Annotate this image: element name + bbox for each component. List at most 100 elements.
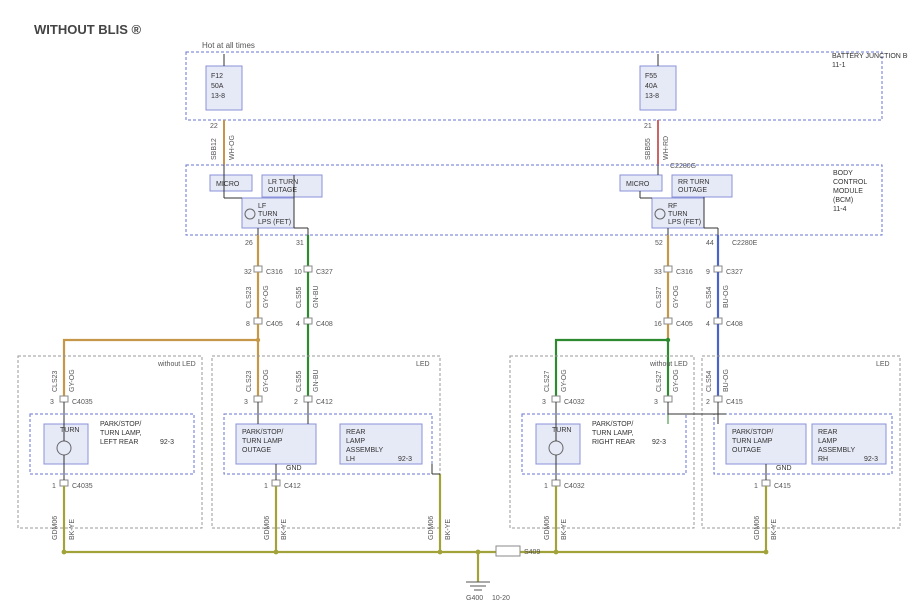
c415b: C415 (774, 483, 791, 490)
svg-text:LAMP: LAMP (346, 438, 365, 445)
c408b: C408 (726, 321, 743, 328)
rr-noled-ref: 92-3 (652, 439, 666, 446)
svg-text:LPS (FET): LPS (FET) (668, 219, 701, 226)
cls55: CLS55 (296, 286, 303, 308)
svg-text:PARK/STOP/: PARK/STOP/ (100, 421, 141, 428)
micro-r: MICRO (626, 181, 650, 188)
fuse-left-id: F12 (211, 73, 223, 80)
c4032t: C4032 (564, 399, 585, 406)
svg-text:OUTAGE: OUTAGE (678, 187, 707, 194)
pin26: 26 (245, 240, 253, 247)
svg-text:RIGHT REAR: RIGHT REAR (592, 439, 635, 446)
g400-ref: 10-20 (492, 595, 510, 602)
c4035t: C4035 (72, 399, 93, 406)
svg-text:GDM06: GDM06 (754, 516, 761, 540)
pin52: 52 (655, 240, 663, 247)
svg-text:BK-YE: BK-YE (771, 519, 778, 540)
c412t: C412 (316, 399, 333, 406)
w-col-4: GY-OG (561, 369, 568, 392)
c327a: C327 (316, 269, 333, 276)
c4035b: C4035 (72, 483, 93, 490)
svg-text:LH: LH (346, 456, 355, 463)
svg-text:OUTAGE: OUTAGE (242, 447, 271, 454)
svg-text:(BCM): (BCM) (833, 197, 853, 204)
cls23: CLS23 (246, 286, 253, 308)
w-col-3: GN-BU (313, 369, 320, 392)
svg-text:TURN LAMP: TURN LAMP (242, 438, 283, 445)
svg-text:ASSEMBLY: ASSEMBLY (346, 447, 384, 454)
svg-text:RF: RF (668, 203, 677, 210)
w-id-1: CLS23 (52, 370, 59, 392)
c316b: C316 (676, 269, 693, 276)
c4032-1: 1 (544, 483, 548, 490)
bjb-title1: BATTERY JUNCTION BOX (BJB) (832, 53, 908, 60)
p-c4035-3: 3 (50, 399, 54, 406)
w-id-5: CLS27 (656, 370, 663, 392)
svg-text:LEFT REAR: LEFT REAR (100, 439, 138, 446)
sbb12-col: WH-OG (229, 135, 236, 160)
svg-text:REAR: REAR (818, 429, 837, 436)
svg-text:TURN: TURN (668, 211, 687, 218)
lr-noled-tag: without LED (157, 361, 196, 368)
split-c-pin: 16 (654, 321, 662, 328)
lr-led-tag: LED (416, 361, 430, 368)
svg-text:TURN: TURN (552, 427, 571, 434)
pin22: 22 (210, 123, 218, 130)
svg-text:CONTROL: CONTROL (833, 179, 867, 186)
svg-text:BK-YE: BK-YE (561, 519, 568, 540)
gyog-c: GY-OG (673, 285, 680, 308)
s409: S409 (524, 549, 540, 556)
svg-text:TURN LAMP,: TURN LAMP, (592, 430, 634, 437)
split-b-pin: 4 (296, 321, 300, 328)
svg-text:TURN LAMP: TURN LAMP (732, 438, 773, 445)
bjb-ref: 11-1 (832, 62, 846, 69)
fuse-left-ref: 13-8 (211, 93, 225, 100)
split-a-pin: 8 (246, 321, 250, 328)
c408a: C408 (316, 321, 333, 328)
c4032b: C4032 (564, 483, 585, 490)
w-col-6: BU-OG (723, 369, 730, 392)
svg-text:BODY: BODY (833, 170, 853, 177)
w-col-5: GY-OG (673, 369, 680, 392)
svg-text:GDM06: GDM06 (428, 516, 435, 540)
rr-noled-tag: without LED (649, 361, 688, 368)
c2280e: C2280E (732, 240, 758, 247)
svg-text:TURN: TURN (258, 211, 277, 218)
svg-text:LPS (FET): LPS (FET) (258, 219, 291, 226)
svg-text:RH: RH (818, 456, 828, 463)
fuse-right-amps: 40A (645, 83, 658, 90)
pin44: 44 (706, 240, 714, 247)
rr-led-gnd: GND (776, 465, 792, 472)
p-c412-2: 2 (294, 399, 298, 406)
mid-c-pin: 33 (654, 269, 662, 276)
p-c412-3: 3 (244, 399, 248, 406)
svg-text:LF: LF (258, 203, 266, 210)
c316a: C316 (266, 269, 283, 276)
svg-text:OUTAGE: OUTAGE (268, 187, 297, 194)
cls54: CLS54 (706, 286, 713, 308)
mid-a-pin: 32 (244, 269, 252, 276)
p-c415-2: 2 (706, 399, 710, 406)
p-c4032-3: 3 (542, 399, 546, 406)
branch-rr-noled (556, 340, 668, 396)
c412b: C412 (284, 483, 301, 490)
svg-text:GDM06: GDM06 (52, 516, 59, 540)
bjb-box (186, 52, 882, 120)
svg-text:PARK/STOP/: PARK/STOP/ (592, 421, 633, 428)
ground-symbol (466, 582, 490, 590)
mid-d-pin: 9 (706, 269, 710, 276)
hot-label: Hot at all times (202, 41, 255, 50)
pin31: 31 (296, 240, 304, 247)
sbb55-col: WH-RD (663, 136, 670, 160)
w-id-3: CLS55 (296, 370, 303, 392)
c415-1: 1 (754, 483, 758, 490)
mid-b-pin: 10 (294, 269, 302, 276)
lr-led-gnd: GND (286, 465, 302, 472)
micro-l: MICRO (216, 181, 240, 188)
bcm-ref: 11-4 (833, 206, 847, 213)
svg-text:GDM06: GDM06 (544, 516, 551, 540)
rr-led-tag: LED (876, 361, 890, 368)
cls27: CLS27 (656, 286, 663, 308)
pin21: 21 (644, 123, 652, 130)
svg-text:PARK/STOP/: PARK/STOP/ (732, 429, 773, 436)
